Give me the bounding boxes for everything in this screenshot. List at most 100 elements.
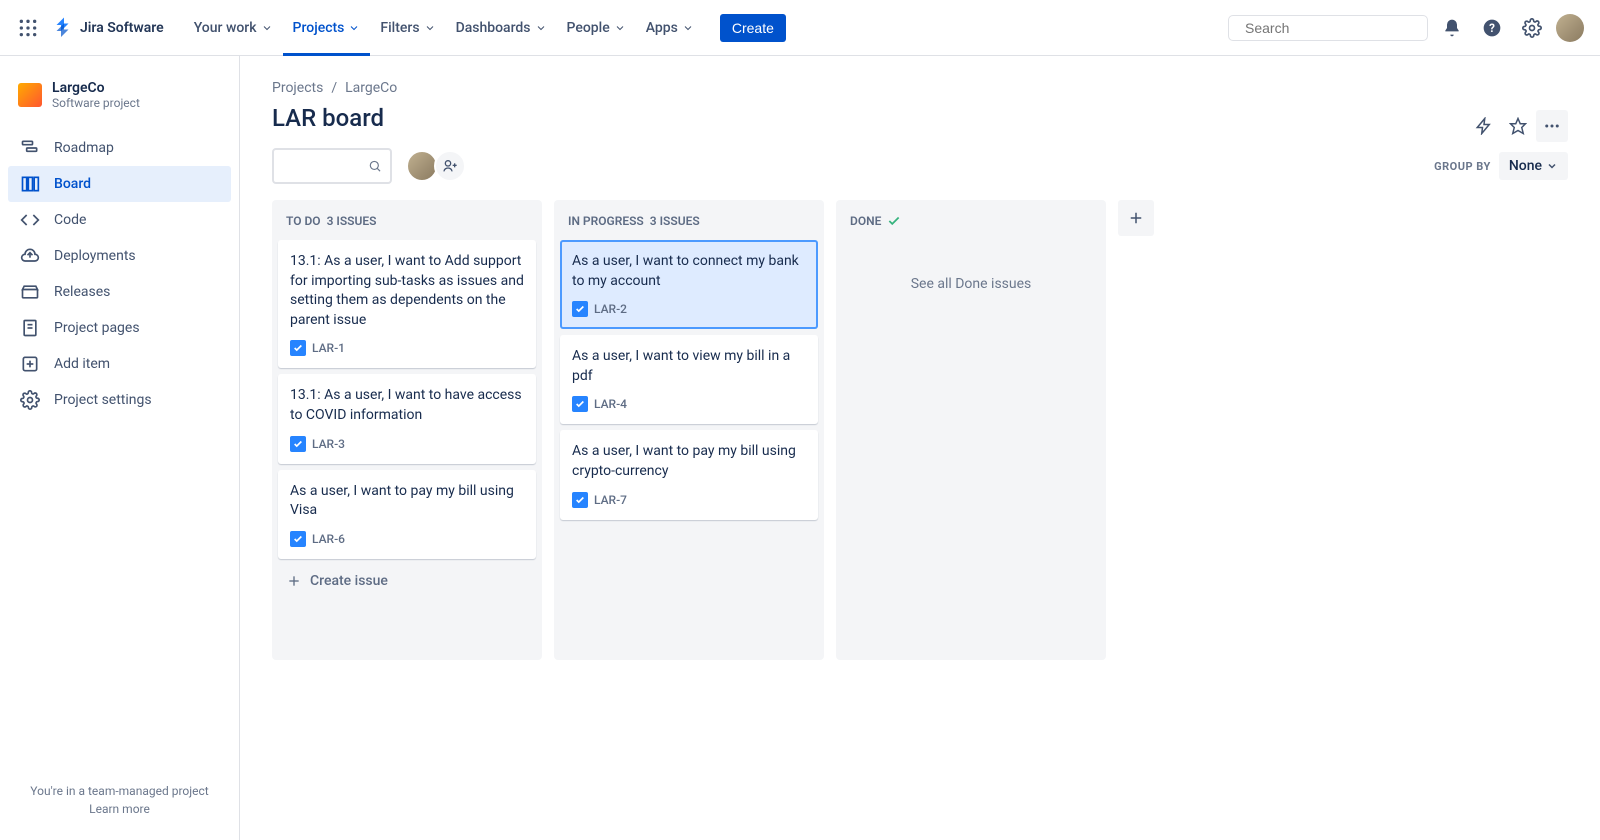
nav-projects[interactable]: Projects [283, 12, 371, 44]
chevron-down-icon [424, 22, 436, 34]
issue-key: LAR-6 [312, 532, 345, 546]
project-avatar-icon [18, 83, 42, 107]
issue-title: As a user, I want to pay my bill using V… [290, 482, 524, 521]
releases-icon [20, 282, 40, 302]
issue-key: LAR-7 [594, 493, 627, 507]
chevron-down-icon [614, 22, 626, 34]
sidebar-footer: You're in a team-managed project Learn m… [8, 776, 231, 824]
column-to-do: TO DO 3 ISSUES 13.1: As a user, I want t… [272, 200, 542, 660]
create-issue-button[interactable]: Create issue [272, 563, 542, 599]
sidebar-item-deployments[interactable]: Deployments [8, 238, 231, 274]
page-title: LAR board [272, 104, 384, 132]
issue-title: 13.1: As a user, I want to Add support f… [290, 252, 524, 330]
automation-icon[interactable] [1468, 110, 1500, 142]
app-switcher-icon[interactable] [16, 16, 40, 40]
task-icon [290, 340, 306, 356]
chevron-down-icon [348, 22, 360, 34]
issue-card[interactable]: As a user, I want to pay my bill using V… [278, 470, 536, 559]
svg-text:?: ? [1489, 21, 1495, 35]
issue-title: As a user, I want to view my bill in a p… [572, 347, 806, 386]
breadcrumb-projects[interactable]: Projects [272, 80, 323, 96]
issue-card[interactable]: 13.1: As a user, I want to Add support f… [278, 240, 536, 368]
create-button[interactable]: Create [720, 14, 786, 42]
user-avatar[interactable] [1556, 14, 1584, 42]
chevron-down-icon [261, 22, 273, 34]
deployments-icon [20, 246, 40, 266]
sidebar-item-add-item[interactable]: Add item [8, 346, 231, 382]
group-by-select[interactable]: None [1499, 152, 1568, 180]
chevron-down-icon [682, 22, 694, 34]
project-type: Software project [52, 96, 140, 110]
chevron-down-icon [1546, 160, 1558, 172]
notifications-icon[interactable] [1436, 12, 1468, 44]
column-in-progress: IN PROGRESS 3 ISSUES As a user, I want t… [554, 200, 824, 660]
roadmap-icon [20, 138, 40, 158]
settings-icon [20, 390, 40, 410]
board-search-input[interactable] [282, 159, 368, 174]
task-icon [290, 436, 306, 452]
sidebar-item-project-pages[interactable]: Project pages [8, 310, 231, 346]
learn-more-link[interactable]: Learn more [16, 802, 223, 816]
add-column-button[interactable] [1118, 200, 1154, 236]
sidebar-item-roadmap[interactable]: Roadmap [8, 130, 231, 166]
issue-key: LAR-2 [594, 302, 627, 316]
column-header: IN PROGRESS 3 ISSUES [554, 200, 824, 236]
issue-title: As a user, I want to connect my bank to … [572, 252, 806, 291]
nav-filters[interactable]: Filters [370, 12, 445, 44]
search-input[interactable] [1245, 20, 1426, 36]
column-header: DONE [836, 200, 1106, 236]
issue-card[interactable]: As a user, I want to connect my bank to … [560, 240, 818, 329]
check-icon [887, 214, 901, 228]
issue-key: LAR-3 [312, 437, 345, 451]
nav-apps[interactable]: Apps [636, 12, 704, 44]
kanban-board: TO DO 3 ISSUES 13.1: As a user, I want t… [272, 200, 1568, 660]
issue-card[interactable]: As a user, I want to view my bill in a p… [560, 335, 818, 424]
project-header[interactable]: LargeCo Software project [8, 72, 231, 118]
sidebar-item-board[interactable]: Board [8, 166, 231, 202]
task-icon [572, 492, 588, 508]
issue-card[interactable]: As a user, I want to pay my bill using c… [560, 430, 818, 519]
board-toolbar: GROUP BY None [272, 148, 1568, 184]
jira-logo[interactable]: Jira Software [52, 16, 164, 40]
sidebar-item-releases[interactable]: Releases [8, 274, 231, 310]
group-by-label: GROUP BY [1434, 160, 1491, 173]
global-search[interactable] [1228, 15, 1428, 41]
main-content: Projects / LargeCo LAR board [240, 56, 1600, 840]
column-done: DONE See all Done issues [836, 200, 1106, 660]
chevron-down-icon [535, 22, 547, 34]
product-name: Jira Software [80, 20, 164, 36]
issue-key: LAR-1 [312, 341, 345, 355]
code-icon [20, 210, 40, 230]
column-header: TO DO 3 ISSUES [272, 200, 542, 236]
board-icon [20, 174, 40, 194]
nav-people[interactable]: People [557, 12, 636, 44]
help-icon[interactable]: ? [1476, 12, 1508, 44]
assignee-filter [406, 150, 466, 182]
add-people-button[interactable] [434, 150, 466, 182]
breadcrumbs: Projects / LargeCo [272, 80, 1568, 96]
issue-card[interactable]: 13.1: As a user, I want to have access t… [278, 374, 536, 463]
sidebar: LargeCo Software project RoadmapBoardCod… [0, 56, 240, 840]
sidebar-item-project-settings[interactable]: Project settings [8, 382, 231, 418]
task-icon [290, 531, 306, 547]
plus-icon [286, 573, 302, 589]
see-all-done-link[interactable]: See all Done issues [836, 236, 1106, 332]
star-icon[interactable] [1502, 110, 1534, 142]
nav-dashboards[interactable]: Dashboards [446, 12, 557, 44]
nav-your-work[interactable]: Your work [184, 12, 283, 44]
issue-title: As a user, I want to pay my bill using c… [572, 442, 806, 481]
add-icon [20, 354, 40, 374]
project-name: LargeCo [52, 80, 140, 96]
issue-title: 13.1: As a user, I want to have access t… [290, 386, 524, 425]
task-icon [572, 396, 588, 412]
task-icon [572, 301, 588, 317]
more-actions-icon[interactable] [1536, 110, 1568, 142]
search-icon [368, 158, 382, 174]
board-search[interactable] [272, 148, 392, 184]
top-navigation: Jira Software Your workProjectsFiltersDa… [0, 0, 1600, 56]
issue-key: LAR-4 [594, 397, 627, 411]
settings-icon[interactable] [1516, 12, 1548, 44]
breadcrumb-project[interactable]: LargeCo [345, 80, 397, 96]
sidebar-item-code[interactable]: Code [8, 202, 231, 238]
pages-icon [20, 318, 40, 338]
